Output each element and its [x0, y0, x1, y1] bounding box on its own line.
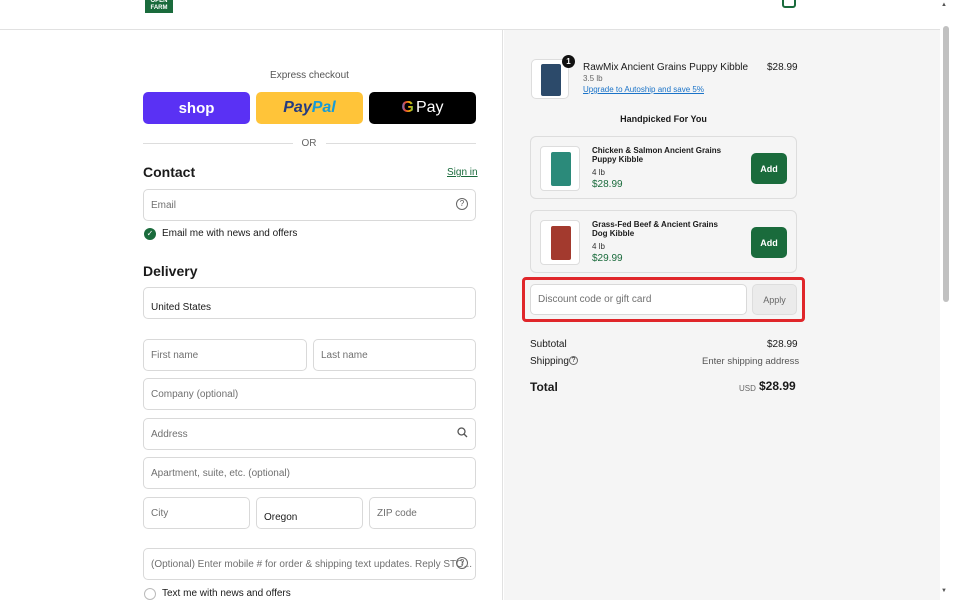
email-news-checkbox[interactable]: ✓: [144, 228, 156, 240]
sign-in-link[interactable]: Sign in: [447, 167, 478, 178]
recommendation-name: Grass-Fed Beef & Ancient Grains Dog Kibb…: [592, 220, 718, 238]
country-select[interactable]: United States: [143, 287, 476, 319]
scroll-thumb[interactable]: [943, 26, 949, 302]
google-pay-label: Pay: [415, 99, 444, 116]
add-recommendation-button[interactable]: Add: [751, 153, 787, 184]
cart-item-name: RawMix Ancient Grains Puppy Kibble: [583, 62, 749, 73]
logo-text: OPEN FARM: [150, 0, 168, 11]
total-label: Total: [530, 380, 558, 394]
help-icon[interactable]: ?: [456, 557, 468, 569]
shipping-label: Shipping: [530, 356, 569, 367]
subtotal-value: $28.99: [767, 339, 798, 350]
recommendation-card: Chicken & Salmon Ancient Grains Puppy Ki…: [530, 136, 797, 199]
recommendation-price: $29.99: [592, 253, 623, 264]
shop-pay-button[interactable]: shop: [143, 92, 250, 124]
recommendation-weight: 4 lb: [592, 242, 605, 251]
city-field[interactable]: City: [143, 497, 250, 529]
divider-left: [143, 143, 293, 144]
total-currency: USD: [739, 384, 756, 393]
state-value: Oregon: [264, 512, 298, 523]
zip-placeholder: ZIP code: [377, 507, 417, 519]
email-placeholder: Email: [151, 199, 177, 211]
text-news-checkbox[interactable]: [144, 588, 156, 600]
brand-logo[interactable]: OPEN FARM: [145, 0, 173, 13]
add-recommendation-button[interactable]: Add: [751, 227, 787, 258]
recommendation-name: Chicken & Salmon Ancient Grains Puppy Ki…: [592, 146, 722, 164]
apply-discount-button[interactable]: Apply: [752, 284, 797, 315]
quantity-badge: 1: [562, 55, 575, 68]
city-placeholder: City: [151, 507, 169, 519]
contact-title: Contact: [143, 164, 196, 180]
first-name-field[interactable]: First name: [143, 339, 307, 371]
apartment-placeholder: Apartment, suite, etc. (optional): [151, 467, 290, 479]
recommendation-card: Grass-Fed Beef & Ancient Grains Dog Kibb…: [530, 210, 797, 273]
discount-code-input[interactable]: Discount code or gift card: [530, 284, 747, 315]
country-value: United States: [151, 302, 212, 313]
apartment-field[interactable]: Apartment, suite, etc. (optional): [143, 457, 476, 489]
shop-pay-label: shop: [178, 99, 215, 117]
text-news-label: Text me with news and offers: [162, 588, 291, 599]
cart-item-weight: 3.5 lb: [583, 74, 603, 83]
shipping-help-icon[interactable]: ?: [569, 356, 578, 365]
google-pay-button[interactable]: G Pay: [369, 92, 476, 124]
scrollbar[interactable]: ▲ ▼: [940, 0, 960, 600]
recommendation-price: $28.99: [592, 179, 623, 190]
product-bag-image: [551, 226, 571, 260]
autoship-link[interactable]: Upgrade to Autoship and save 5%: [583, 85, 704, 94]
delivery-title: Delivery: [143, 263, 198, 279]
google-g-icon: G: [401, 99, 414, 116]
help-icon[interactable]: ?: [456, 198, 468, 210]
discount-placeholder: Discount code or gift card: [538, 294, 652, 305]
address-placeholder: Address: [151, 428, 188, 440]
product-bag-image: [551, 152, 571, 186]
last-name-field[interactable]: Last name: [313, 339, 476, 371]
shipping-value: Enter shipping address: [702, 356, 800, 367]
cart-item-price: $28.99: [767, 62, 798, 73]
handpicked-title: Handpicked For You: [620, 114, 707, 124]
email-field[interactable]: Email ?: [143, 189, 476, 221]
product-bag-image: [541, 64, 561, 96]
state-select[interactable]: Oregon: [256, 497, 363, 529]
scroll-up-arrow[interactable]: ▲: [941, 2, 947, 8]
address-field[interactable]: Address: [143, 418, 476, 450]
first-name-placeholder: First name: [151, 349, 199, 361]
scroll-down-arrow[interactable]: ▼: [941, 588, 947, 594]
paypal-label-part2: Pal: [311, 99, 336, 116]
search-icon[interactable]: [456, 427, 468, 439]
total-value: $28.99: [759, 379, 796, 393]
phone-field[interactable]: (Optional) Enter mobile # for order & sh…: [143, 548, 476, 580]
subtotal-label: Subtotal: [530, 339, 567, 350]
express-checkout-title: Express checkout: [270, 70, 349, 81]
phone-placeholder: (Optional) Enter mobile # for order & sh…: [151, 558, 473, 570]
paypal-label-part1: Pay: [283, 99, 312, 116]
zip-field[interactable]: ZIP code: [369, 497, 476, 529]
top-header: OPEN FARM: [0, 0, 940, 30]
divider-right: [326, 143, 476, 144]
recommendation-image: [540, 220, 580, 265]
company-placeholder: Company (optional): [151, 388, 239, 400]
email-news-label: Email me with news and offers: [162, 228, 298, 239]
paypal-button[interactable]: Pay Pal: [256, 92, 363, 124]
recommendation-image: [540, 146, 580, 191]
company-field[interactable]: Company (optional): [143, 378, 476, 410]
cart-icon[interactable]: [782, 0, 796, 8]
or-divider-label: OR: [301, 138, 317, 149]
recommendation-weight: 4 lb: [592, 168, 605, 177]
last-name-placeholder: Last name: [321, 349, 368, 361]
